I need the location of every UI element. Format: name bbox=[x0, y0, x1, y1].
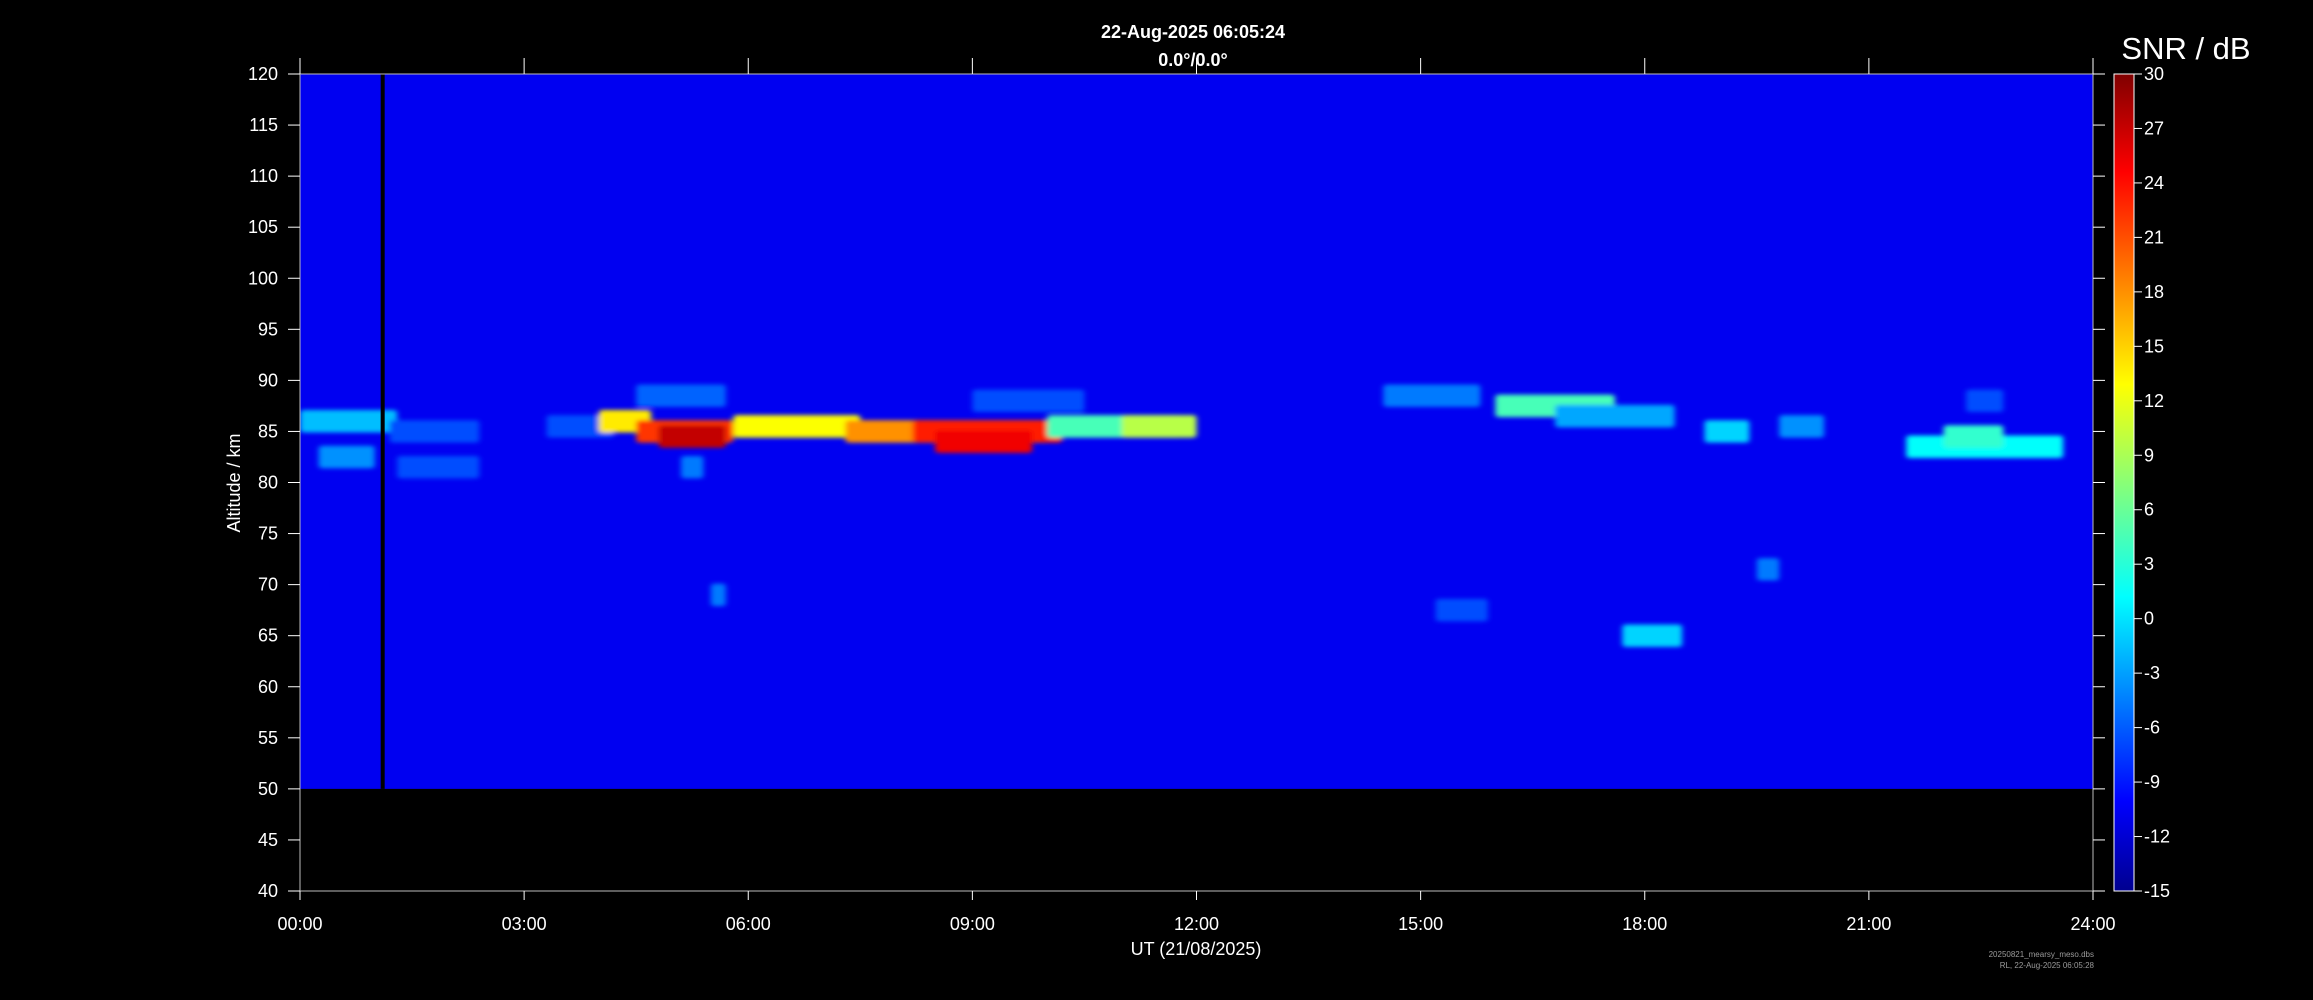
colorbar-tick-label: 3 bbox=[2144, 554, 2154, 574]
y-tick-label: 65 bbox=[258, 626, 278, 646]
chart-title: 22-Aug-2025 06:05:24 bbox=[1101, 22, 1285, 42]
colorbar-tick-label: 0 bbox=[2144, 609, 2154, 629]
y-tick-label: 60 bbox=[258, 677, 278, 697]
x-tick-label: 18:00 bbox=[1622, 914, 1667, 934]
colorbar-tick-label: 30 bbox=[2144, 64, 2164, 84]
y-tick-label: 95 bbox=[258, 319, 278, 339]
colorbar-tick-label: 27 bbox=[2144, 118, 2164, 138]
y-axis-label: Altitude / km bbox=[224, 433, 244, 532]
colorbar-ticks: 302724211815129630-3-6-9-12-15 bbox=[2134, 64, 2170, 901]
colorbar-tick-label: -12 bbox=[2144, 827, 2170, 847]
x-tick-label: 06:00 bbox=[726, 914, 771, 934]
echo-feature bbox=[1121, 415, 1197, 438]
colorbar-tick-label: -9 bbox=[2144, 772, 2160, 792]
data-gap-stripe bbox=[380, 74, 385, 789]
colorbar-tick-label: 6 bbox=[2144, 500, 2154, 520]
echo-feature bbox=[1943, 425, 2004, 448]
y-tick-label: 115 bbox=[249, 115, 278, 135]
echo-feature bbox=[733, 415, 861, 438]
echo-feature bbox=[1435, 598, 1488, 622]
colorbar-tick-label: 15 bbox=[2144, 336, 2164, 356]
colorbar-title: SNR / dB bbox=[2121, 31, 2250, 66]
x-tick-label: 15:00 bbox=[1398, 914, 1443, 934]
x-tick-label: 24:00 bbox=[2070, 914, 2115, 934]
y-tick-label: 70 bbox=[258, 575, 278, 595]
echo-feature bbox=[710, 583, 726, 607]
echo-feature bbox=[658, 425, 726, 448]
y-tick-label: 100 bbox=[248, 268, 278, 288]
echo-feature bbox=[1555, 404, 1675, 428]
y-tick-label: 75 bbox=[258, 524, 278, 544]
y-tick-label: 105 bbox=[248, 217, 278, 237]
snr-heatmap-chart: 22-Aug-2025 06:05:24 0.0°/0.0° 00:00 03:0… bbox=[224, 22, 2251, 970]
x-tick-label: 12:00 bbox=[1174, 914, 1219, 934]
colorbar-tick-label: 24 bbox=[2144, 173, 2164, 193]
colorbar-tick-label: -15 bbox=[2144, 881, 2170, 901]
colorbar bbox=[2113, 73, 2135, 892]
y-tick-label: 90 bbox=[258, 370, 278, 390]
echo-feature bbox=[681, 455, 704, 479]
echo-feature bbox=[972, 389, 1085, 413]
x-tick-label: 00:00 bbox=[277, 914, 322, 934]
colorbar-tick-label: 9 bbox=[2144, 445, 2154, 465]
colorbar-tick-label: 21 bbox=[2144, 227, 2164, 247]
echo-feature bbox=[1756, 558, 1780, 581]
plot-area bbox=[300, 74, 2093, 789]
echo-feature bbox=[1383, 384, 1481, 407]
y-tick-label: 120 bbox=[248, 64, 278, 84]
echo-feature bbox=[1704, 420, 1750, 443]
y-tick-label: 85 bbox=[258, 421, 278, 441]
footer-timestamp: RL, 22-Aug-2025 06:05:28 bbox=[2000, 961, 2095, 970]
echo-feature bbox=[318, 445, 375, 469]
y-tick-label: 50 bbox=[258, 779, 278, 799]
echo-feature bbox=[397, 455, 480, 479]
footer-filename: 20250821_mearsy_meso.dbs bbox=[1989, 950, 2094, 959]
echo-feature bbox=[1622, 624, 1683, 647]
colorbar-tick-label: 12 bbox=[2144, 391, 2164, 411]
y-tick-label: 40 bbox=[258, 881, 278, 901]
y-tick-label: 45 bbox=[258, 830, 278, 850]
x-tick-label: 09:00 bbox=[950, 914, 995, 934]
echo-feature bbox=[636, 384, 726, 407]
echo-feature bbox=[935, 430, 1033, 453]
colorbar-tick-label: -6 bbox=[2144, 718, 2160, 738]
x-tick-label: 03:00 bbox=[502, 914, 547, 934]
chart-subtitle: 0.0°/0.0° bbox=[1158, 50, 1227, 70]
x-axis-label: UT (21/08/2025) bbox=[1131, 939, 1262, 959]
echo-feature bbox=[389, 420, 480, 443]
x-tick-label: 21:00 bbox=[1846, 914, 1891, 934]
echo-feature bbox=[1779, 415, 1825, 438]
y-tick-label: 80 bbox=[258, 473, 278, 493]
colorbar-tick-label: 18 bbox=[2144, 282, 2164, 302]
colorbar-tick-label: -3 bbox=[2144, 663, 2160, 683]
echo-feature bbox=[1965, 389, 2004, 413]
y-tick-label: 55 bbox=[258, 728, 278, 748]
y-tick-label: 110 bbox=[249, 166, 278, 186]
